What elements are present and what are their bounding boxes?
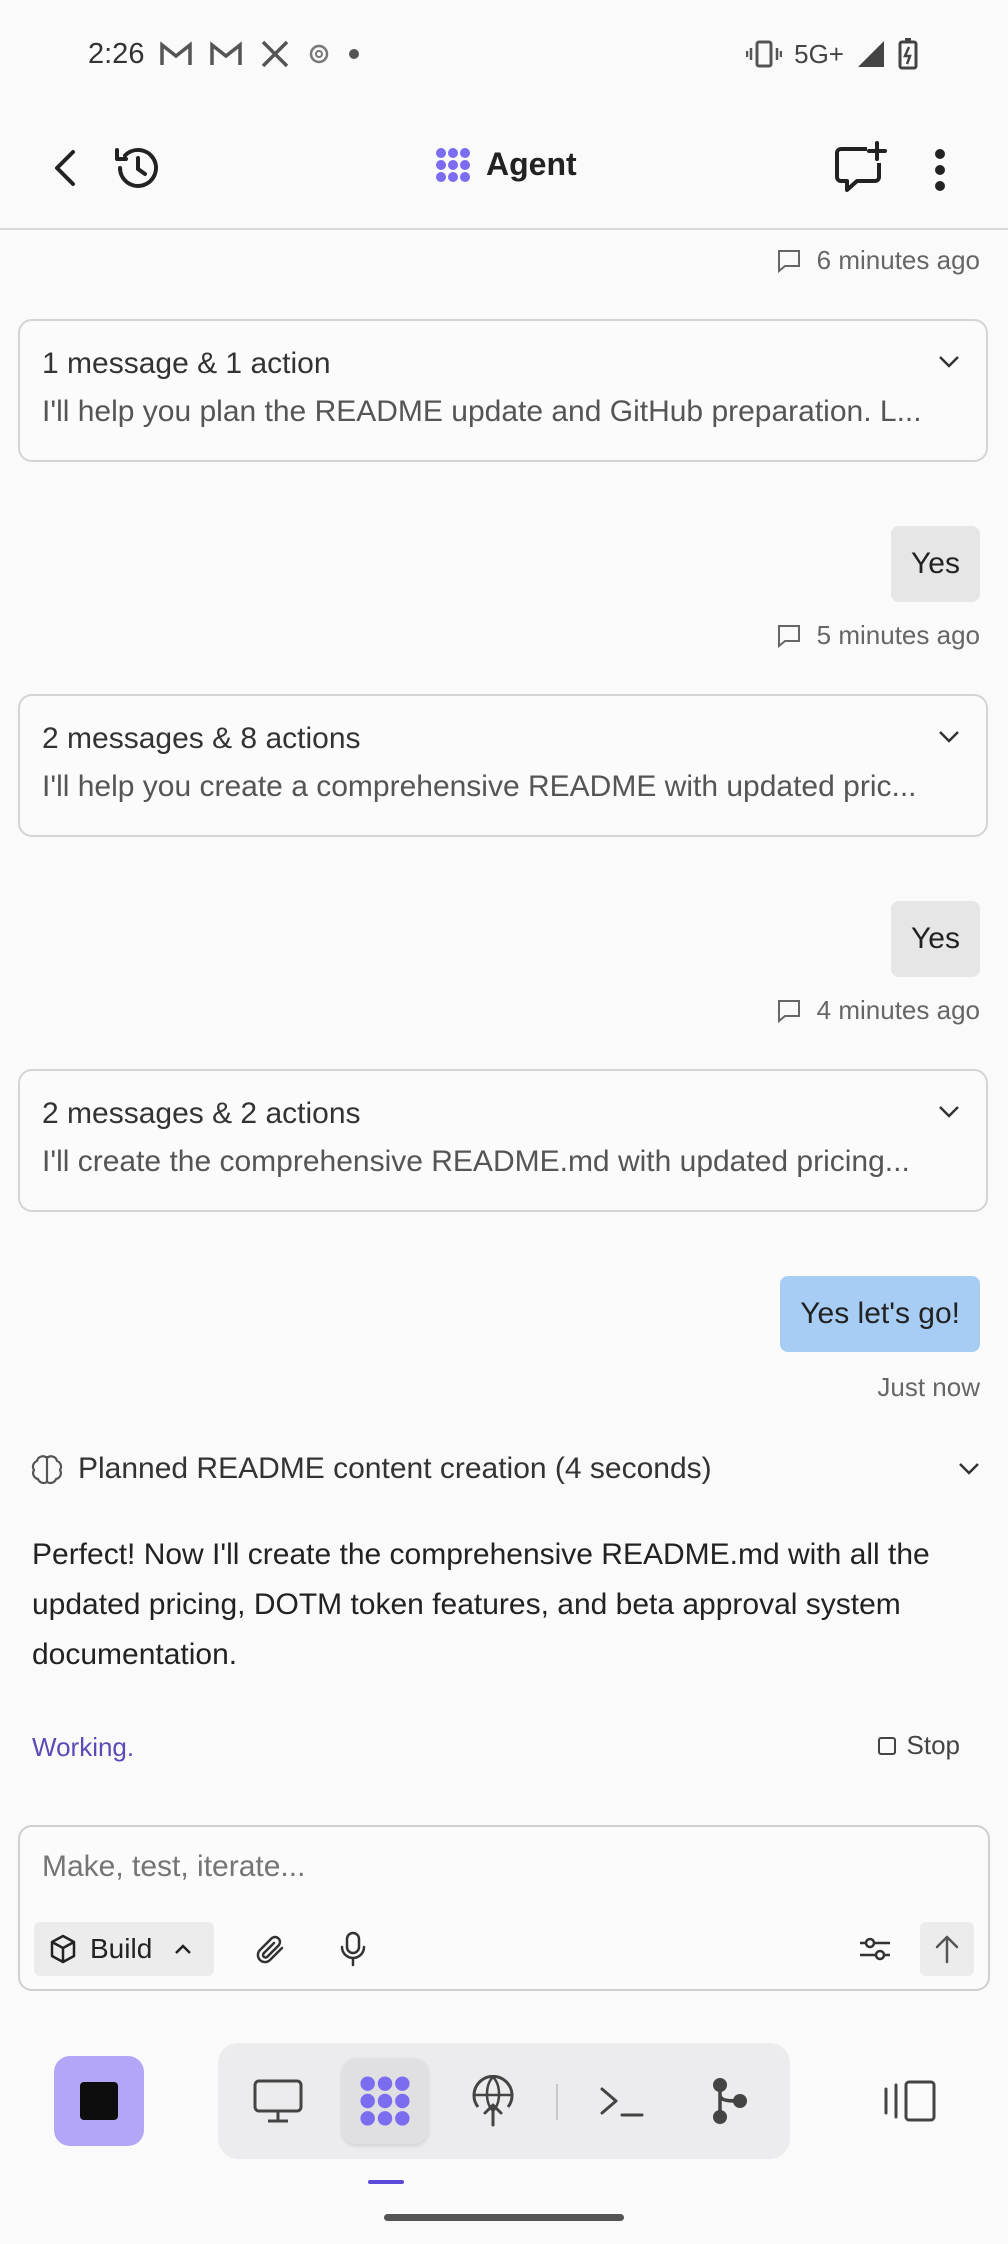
stop-agent-button[interactable] xyxy=(54,2056,144,2146)
chevron-left-icon xyxy=(55,150,75,186)
action-summary-card[interactable]: 1 message & 1 action I'll help you plan … xyxy=(18,319,988,462)
terminal-icon xyxy=(600,2087,644,2117)
build-mode-label: Build xyxy=(90,1933,153,1964)
tool-divider xyxy=(556,2084,558,2120)
chevron-down-icon xyxy=(939,731,959,743)
new-chat-icon xyxy=(835,141,887,192)
microphone-icon xyxy=(340,1931,366,1967)
stop-label: Stop xyxy=(906,1730,961,1760)
user-message: Yes xyxy=(891,526,980,602)
card-preview: I'll create the comprehensive README.md … xyxy=(42,1145,910,1178)
gmail-icon xyxy=(210,41,242,65)
panels-icon xyxy=(884,2080,936,2122)
chevron-up-icon xyxy=(175,1944,192,1954)
chevron-down-icon xyxy=(939,356,959,368)
agent-logo-icon xyxy=(360,2076,410,2126)
system-status-icons: 5G+ xyxy=(746,38,918,70)
paperclip-icon xyxy=(256,1935,284,1964)
more-options-button[interactable] xyxy=(918,140,962,200)
card-title: 1 message & 1 action xyxy=(42,347,331,380)
plan-label: Planned README content creation (4 secon… xyxy=(78,1452,712,1485)
plan-summary-toggle[interactable]: Planned README content creation (4 secon… xyxy=(30,1452,978,1486)
working-status: Working. xyxy=(32,1732,135,1762)
comment-icon xyxy=(777,999,800,1023)
arrow-up-icon xyxy=(935,1935,959,1964)
message-timestamp: 4 minutes ago xyxy=(777,995,980,1026)
gmail-icon xyxy=(160,41,192,65)
threads-icon xyxy=(309,44,329,64)
send-button[interactable] xyxy=(920,1922,974,1976)
active-tab-indicator xyxy=(368,2180,404,2184)
tool-deploy[interactable] xyxy=(450,2058,536,2144)
message-timestamp: 6 minutes ago xyxy=(777,245,980,276)
card-preview: I'll help you plan the README update and… xyxy=(42,395,922,428)
build-mode-button[interactable]: Build xyxy=(34,1922,214,1976)
network-label: 5G+ xyxy=(794,38,844,69)
notification-icons xyxy=(160,40,360,68)
back-button[interactable] xyxy=(40,143,90,193)
tool-preview[interactable] xyxy=(235,2058,321,2144)
tool-git[interactable] xyxy=(686,2058,772,2144)
stop-square-icon xyxy=(80,2082,118,2120)
message-timestamp: 5 minutes ago xyxy=(777,620,980,651)
message-input[interactable] xyxy=(42,1850,942,1884)
page-title-text: Agent xyxy=(486,146,577,182)
sliders-icon xyxy=(860,1937,890,1961)
globe-upload-icon xyxy=(472,2075,514,2127)
attach-button[interactable] xyxy=(246,1924,296,1974)
battery-icon xyxy=(898,38,918,70)
tool-agent[interactable] xyxy=(342,2058,428,2144)
card-preview: I'll help you create a comprehensive REA… xyxy=(42,770,917,803)
comment-icon xyxy=(777,624,800,648)
voice-input-button[interactable] xyxy=(328,1924,378,1974)
more-vertical-icon xyxy=(935,149,945,191)
stop-button[interactable]: Stop xyxy=(877,1730,961,1761)
signal-icon xyxy=(858,41,884,67)
assistant-message: Perfect! Now I'll create the comprehensi… xyxy=(32,1538,930,1671)
history-button[interactable] xyxy=(110,140,166,196)
page-title: Agent xyxy=(434,146,577,183)
dot-icon xyxy=(349,49,359,59)
chevron-down-icon[interactable] xyxy=(958,1462,980,1476)
home-indicator xyxy=(384,2214,624,2221)
comment-icon xyxy=(777,249,800,273)
x-icon xyxy=(261,40,289,68)
user-message: Yes let's go! xyxy=(780,1276,980,1352)
stop-square-icon xyxy=(877,1736,896,1755)
monitor-icon xyxy=(253,2079,303,2123)
message-timestamp: Just now xyxy=(877,1372,980,1402)
history-icon xyxy=(115,147,158,188)
card-title: 2 messages & 2 actions xyxy=(42,1097,361,1130)
composer-settings-button[interactable] xyxy=(850,1924,900,1974)
brain-icon xyxy=(31,1455,63,1485)
action-summary-card[interactable]: 2 messages & 2 actions I'll create the c… xyxy=(18,1069,988,1212)
chevron-down-icon xyxy=(939,1106,959,1118)
agent-logo-icon xyxy=(436,147,470,182)
status-time: 2:26 xyxy=(88,38,145,70)
tool-shell[interactable] xyxy=(578,2058,664,2144)
new-chat-button[interactable] xyxy=(832,140,888,196)
panels-button[interactable] xyxy=(872,2076,948,2126)
cube-icon xyxy=(50,1934,76,1964)
card-title: 2 messages & 8 actions xyxy=(42,722,361,755)
git-branch-icon xyxy=(713,2078,747,2124)
action-summary-card[interactable]: 2 messages & 8 actions I'll help you cre… xyxy=(18,694,988,837)
user-message: Yes xyxy=(891,901,980,977)
vibrate-icon xyxy=(746,40,783,68)
